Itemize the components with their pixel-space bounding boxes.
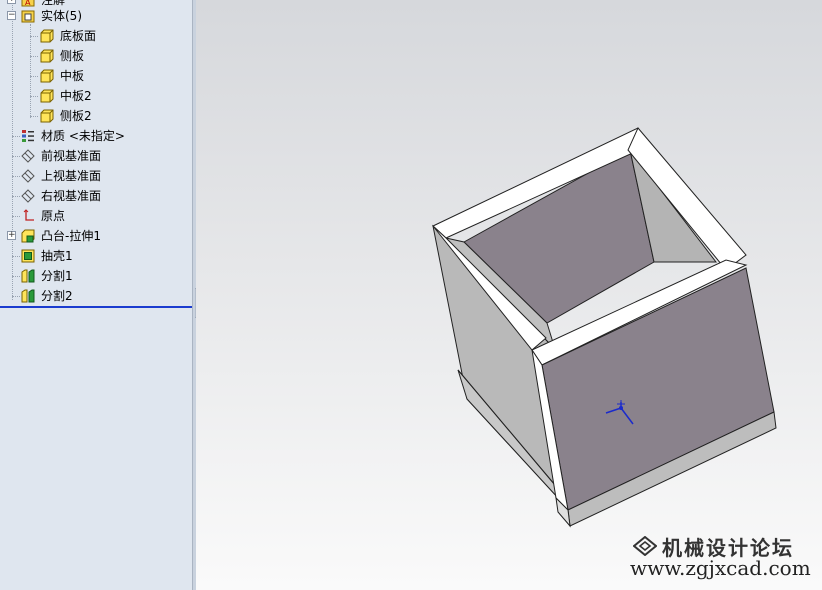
tree-item-boss-extrude[interactable]: + 凸台-拉伸1: [0, 226, 190, 246]
tree-item-label: 凸台-拉伸1: [41, 229, 101, 243]
tree-item-body[interactable]: 侧板: [0, 46, 190, 66]
origin-icon: [23, 209, 34, 221]
solid-bodies-folder-icon: [21, 10, 35, 23]
tree-item-label: 上视基准面: [41, 169, 102, 183]
shell-icon: [21, 249, 35, 263]
tree-item-label: 前视基准面: [41, 149, 102, 163]
tree-item-top-plane[interactable]: 上视基准面: [0, 166, 190, 186]
tree-item-body[interactable]: 中板2: [0, 86, 190, 106]
split-icon: [21, 289, 35, 303]
expand-toggle[interactable]: +: [7, 231, 16, 240]
tree-item-label: 分割2: [41, 289, 73, 303]
collapse-toggle[interactable]: −: [7, 11, 16, 20]
tree-item-shell[interactable]: 抽壳1: [0, 246, 190, 266]
tree-item-body[interactable]: 中板: [0, 66, 190, 86]
tree-item-label: 侧板2: [60, 109, 92, 123]
plane-icon: [21, 169, 35, 183]
tree-item-body[interactable]: 底板面: [0, 26, 190, 46]
split-icon: [21, 269, 35, 283]
tree-item-front-plane[interactable]: 前视基准面: [0, 146, 190, 166]
tree-item-label: 中板2: [60, 89, 92, 103]
tree-item-label: 中板: [60, 69, 85, 83]
tree-item-label: 材质 <未指定>: [41, 129, 125, 143]
solid-body-icon: [40, 29, 54, 43]
tree-item-split-1[interactable]: 分割1: [0, 266, 190, 286]
tree-item-split-2[interactable]: 分割2: [0, 286, 190, 306]
tree-item-right-plane[interactable]: 右视基准面: [0, 186, 190, 206]
tree-item-origin[interactable]: 原点: [0, 206, 190, 226]
tree-item-label: 实体(5): [41, 9, 82, 23]
plane-icon: [21, 189, 35, 203]
tree-item-material[interactable]: 材质 <未指定>: [0, 126, 190, 146]
tree-item-label: 原点: [41, 209, 66, 223]
expand-toggle[interactable]: +: [7, 0, 16, 4]
extrude-boss-icon: [21, 229, 35, 243]
rollback-bar[interactable]: [0, 306, 192, 308]
tree-item-label: 右视基准面: [41, 189, 102, 203]
tree-item-label: 抽壳1: [41, 249, 73, 263]
plane-icon: [21, 149, 35, 163]
material-icon: [22, 130, 34, 142]
tree-item-label: 分割1: [41, 269, 73, 283]
solid-body-icon: [40, 89, 54, 103]
solid-body-icon: [40, 69, 54, 83]
box-model[interactable]: [196, 0, 822, 590]
tree-item-label: 底板面: [60, 29, 97, 43]
tree-item-body[interactable]: 侧板2: [0, 106, 190, 126]
solid-body-icon: [40, 49, 54, 63]
feature-manager-tree: + A 注解 − 实体(5) 底板面 侧板 中板: [0, 0, 193, 590]
watermark-url: www.zgjxcad.com: [630, 556, 811, 580]
forum-logo-icon: [633, 536, 657, 556]
graphics-area[interactable]: [196, 0, 822, 590]
tree-item-label: 侧板: [60, 49, 85, 63]
solid-body-icon: [40, 109, 54, 123]
tree-item-solid-bodies[interactable]: − 实体(5): [0, 6, 190, 26]
